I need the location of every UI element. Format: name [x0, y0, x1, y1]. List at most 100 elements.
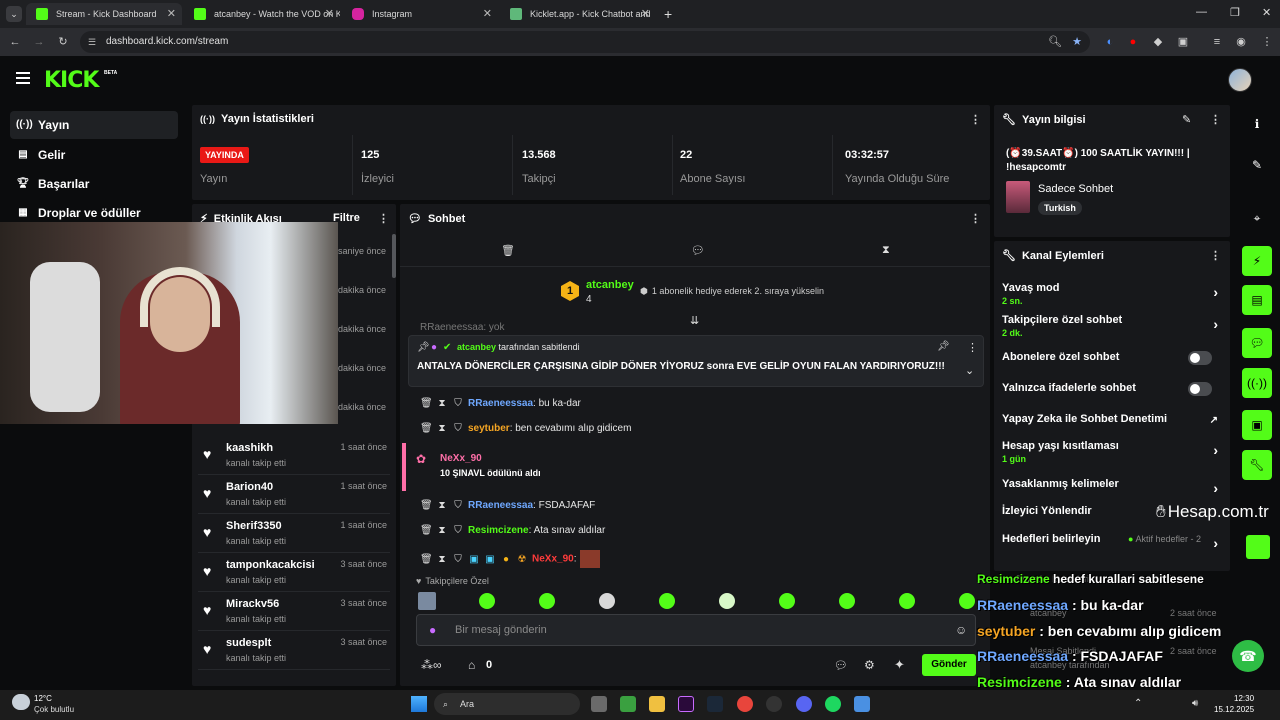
emote-only-toggle[interactable] [1188, 382, 1212, 396]
zoom-icon[interactable]: 🔍︎ [1048, 35, 1062, 49]
trash-icon[interactable]: 🗑︎ [420, 554, 433, 565]
goals-row[interactable]: Hedefleri belirleyin ● Aktif hedefler - … [1002, 533, 1222, 551]
github-icon[interactable] [766, 696, 782, 712]
extension-icon[interactable]: ◐ [1103, 35, 1117, 49]
edit-pencil-icon[interactable]: ✎ [1182, 113, 1191, 126]
send-button[interactable]: Gönder [922, 654, 976, 676]
spotify-icon[interactable] [825, 696, 841, 712]
minecraft-icon[interactable] [620, 696, 636, 712]
site-info-icon[interactable]: ☰ [88, 31, 96, 53]
task-view-icon[interactable] [591, 696, 607, 712]
edit-icon[interactable]: ✎ [1242, 150, 1272, 180]
sidebar-item-gelir[interactable]: ▤ Gelir [10, 141, 178, 169]
document-rail-icon[interactable]: ▤ [1242, 285, 1272, 315]
emote-icon[interactable] [899, 593, 915, 609]
activity-scrollbar[interactable] [392, 234, 396, 278]
sidebar-item-basarilar[interactable]: 🏆︎ Başarılar [10, 170, 178, 198]
close-window-icon[interactable]: ✕ [1262, 6, 1271, 19]
back-icon[interactable]: ← [8, 35, 22, 49]
menu-dots-icon[interactable]: ⋮ [1260, 35, 1274, 49]
activity-menu-icon[interactable]: ⋮ [378, 212, 389, 225]
chrome-icon[interactable] [737, 696, 753, 712]
hourglass-icon[interactable]: ⧗ [436, 423, 448, 434]
settings-gear-icon[interactable]: ⚙ [864, 658, 875, 672]
forward-icon[interactable]: → [32, 35, 46, 49]
puzzle-icon[interactable]: ▣ [1176, 35, 1190, 49]
profile-icon[interactable]: ◉ [1234, 35, 1248, 49]
close-tab-icon[interactable]: ✕ [483, 3, 492, 25]
new-tab-icon[interactable]: + [664, 6, 672, 22]
broadcast-rail-icon[interactable]: ((·)) [1242, 368, 1272, 398]
chat-rail-icon[interactable]: 💬︎ [1242, 328, 1272, 358]
emote-icon[interactable] [719, 593, 735, 609]
trash-icon[interactable]: 🗑︎ [420, 525, 433, 536]
address-bar[interactable]: ☰ dashboard.kick.com/stream [80, 31, 1090, 53]
bolt-rail-icon[interactable]: ⚡︎ [1242, 246, 1272, 276]
youtube-ext-icon[interactable]: ● [1126, 35, 1140, 49]
pinned-menu-icon[interactable]: ⋮ [967, 341, 978, 354]
tab-list-icon[interactable]: ⌄ [6, 6, 22, 22]
expand-chevron-icon[interactable]: ⌄ [965, 364, 974, 377]
scroll-down-icon[interactable]: ⇊ [690, 314, 699, 327]
steam-icon[interactable] [707, 696, 723, 712]
points-icon[interactable]: ⁂∞ [421, 658, 442, 672]
hourglass-icon[interactable]: ⧗ [436, 554, 448, 565]
reward-user[interactable]: NeXx_90 [440, 453, 482, 464]
chat-menu-icon[interactable]: ⋮ [970, 212, 981, 225]
gift-leader-name[interactable]: atcanbey [586, 279, 634, 291]
channel-actions-menu-icon[interactable]: ⋮ [1210, 249, 1221, 262]
stats-menu-icon[interactable]: ⋮ [970, 113, 981, 126]
emote-icon[interactable] [779, 593, 795, 609]
avatar[interactable] [1246, 535, 1270, 559]
shield-ext-icon[interactable]: ◆ [1151, 35, 1165, 49]
bookmark-star-icon[interactable]: ★ [1070, 35, 1084, 49]
windows-start-icon[interactable] [411, 696, 427, 712]
language-tag[interactable]: Turkish [1038, 201, 1082, 215]
clock-time[interactable]: 12:30 [1234, 694, 1254, 703]
category-name[interactable]: Sadece Sohbet [1038, 183, 1113, 195]
avatar[interactable] [1228, 68, 1252, 92]
reading-list-icon[interactable]: ≡ [1210, 35, 1224, 49]
emote-icon[interactable] [839, 593, 855, 609]
close-tab-icon[interactable]: ✕ [641, 3, 650, 25]
tab-instagram[interactable]: Instagram ✕ [342, 3, 498, 25]
unpin-icon[interactable]: 📌︎ [937, 341, 950, 352]
ai-moderation-row[interactable]: Yapay Zeka ile Sohbet Denetimi ↗ [1002, 413, 1222, 426]
trash-icon[interactable]: 🗑︎ [420, 500, 433, 511]
kick-logo[interactable]: KICK [44, 68, 99, 93]
taskbar-search[interactable]: ⌕ Ara [434, 693, 580, 715]
tray-chevron-icon[interactable]: ⌃ [1134, 698, 1142, 709]
trash-icon[interactable]: 🗑︎ [420, 398, 433, 409]
trash-icon[interactable]: 🗑︎ [420, 423, 433, 434]
bot-icon[interactable]: ✦ [894, 657, 905, 673]
emoji-icon[interactable]: ☺ [955, 623, 967, 637]
close-tab-icon[interactable]: ✕ [167, 3, 176, 25]
clock-date[interactable]: 15.12.2025 [1214, 705, 1254, 714]
tab-kicklet[interactable]: Kicklet.app - Kick Chatbot and ✕ [500, 3, 656, 25]
trash-icon[interactable]: 🗑︎ [501, 244, 515, 257]
headset-support-icon[interactable]: ☎ [1232, 640, 1264, 672]
volume-icon[interactable]: 🔊︎ [1192, 698, 1198, 709]
info-icon[interactable]: ℹ [1242, 109, 1272, 139]
file-explorer-icon[interactable] [649, 696, 665, 712]
wrench-rail-icon[interactable]: 🔧︎ [1242, 450, 1272, 480]
banned-words-row[interactable]: Yasaklanmış kelimeler › [1002, 478, 1222, 496]
minimize-icon[interactable]: — [1196, 6, 1207, 18]
emote-icon[interactable] [659, 593, 675, 609]
account-age-row[interactable]: Hesap yaşı kısıtlaması 1 gün › [1002, 440, 1222, 464]
emote-thumb[interactable] [418, 592, 436, 610]
discord-icon[interactable] [796, 696, 812, 712]
stream-info-menu-icon[interactable]: ⋮ [1210, 113, 1221, 126]
tab-vod[interactable]: atcanbey - Watch the VOD on K ✕ [184, 3, 340, 25]
emote-icon[interactable] [959, 593, 975, 609]
hourglass-icon[interactable]: ⧗ [882, 244, 890, 257]
hourglass-icon[interactable]: ⧗ [436, 398, 448, 409]
sidebar-item-yayin[interactable]: ((·)) Yayın [10, 111, 178, 139]
restore-icon[interactable]: ❐ [1230, 6, 1240, 19]
store-icon[interactable]: ⌂ [468, 658, 475, 672]
chat-bubble-icon[interactable]: 💬︎ [834, 659, 848, 672]
reload-icon[interactable]: ↻ [56, 35, 70, 49]
chat-input[interactable]: ● Bir mesaj gönderin ☺ [416, 614, 976, 646]
hourglass-icon[interactable]: ⧗ [436, 500, 448, 511]
emote-icon[interactable] [479, 593, 495, 609]
